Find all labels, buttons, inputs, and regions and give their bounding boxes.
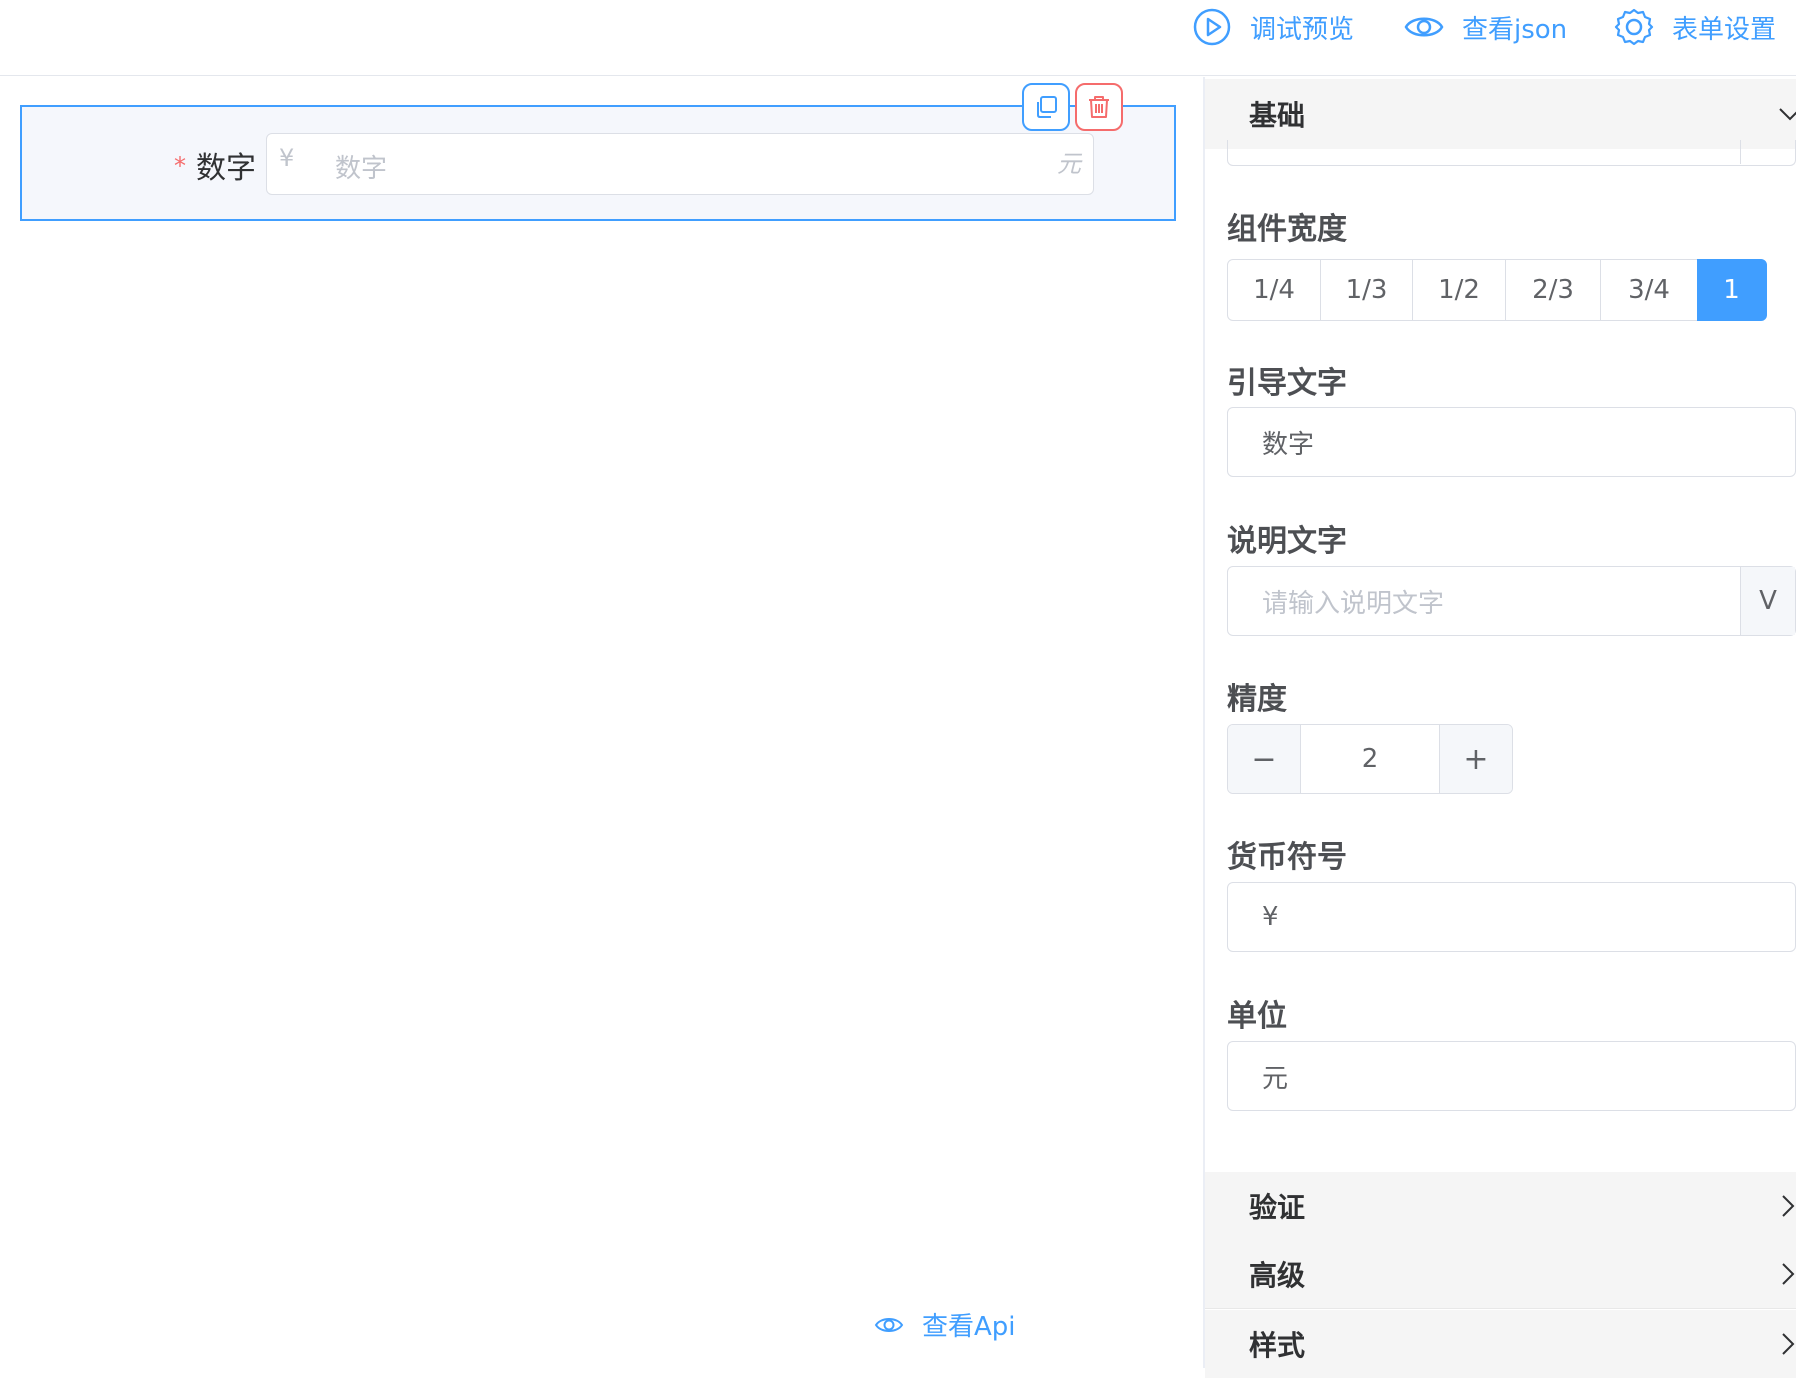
precision-decrease-button[interactable]: − (1228, 725, 1301, 793)
guide-text-value: 数字 (1262, 429, 1315, 460)
width-option-1-2[interactable]: 1/2 (1412, 259, 1506, 321)
debug-preview-button[interactable]: 调试预览 (1192, 0, 1354, 54)
number-input[interactable]: ¥ 数字 元 (266, 133, 1094, 195)
width-option-1[interactable]: 1 (1696, 259, 1767, 321)
width-option-2-3[interactable]: 2/3 (1504, 259, 1602, 321)
copy-icon (1037, 96, 1057, 118)
section-advanced-title: 高级 (1249, 1259, 1306, 1292)
trash-icon (1089, 96, 1109, 118)
form-canvas (0, 77, 1203, 1368)
form-settings-label: 表单设置 (1672, 14, 1777, 45)
section-validate-header[interactable]: 验证 (1205, 1172, 1796, 1241)
truncated-input[interactable] (1227, 140, 1796, 166)
currency-value: ¥ (1262, 902, 1279, 932)
field-label-text: 数字 (196, 151, 256, 186)
precision-label: 精度 (1227, 682, 1287, 717)
copy-field-button[interactable] (1022, 83, 1070, 131)
chevron-down-icon (1779, 108, 1796, 121)
width-label: 组件宽度 (1227, 212, 1347, 247)
precision-stepper: − 2 + (1227, 724, 1513, 794)
precision-increase-button[interactable]: + (1439, 725, 1512, 793)
play-circle-icon (1193, 8, 1231, 46)
view-api-button[interactable]: 查看Api (874, 1306, 1016, 1343)
unit-input[interactable]: 元 (1227, 1041, 1796, 1111)
description-placeholder: 请输入说明文字 (1262, 588, 1445, 619)
guide-text-input[interactable]: 数字 (1227, 407, 1796, 477)
chevron-right-icon (1782, 1333, 1795, 1355)
currency-prefix: ¥ (279, 144, 295, 172)
section-advanced-header[interactable]: 高级 (1205, 1240, 1796, 1309)
section-style-title: 样式 (1249, 1329, 1306, 1362)
precision-value[interactable]: 2 (1301, 725, 1439, 793)
width-option-1-3[interactable]: 1/3 (1319, 259, 1414, 321)
width-segmented-control: 1/4 1/3 1/2 2/3 3/4 1 (1227, 259, 1767, 321)
chevron-right-icon (1782, 1195, 1795, 1217)
form-settings-button[interactable]: 表单设置 (1614, 0, 1776, 54)
unit-value: 元 (1262, 1063, 1289, 1094)
top-toolbar: 调试预览 查看json 表单设置 (0, 0, 1796, 76)
unit-suffix: 元 (1057, 150, 1081, 178)
view-json-button[interactable]: 查看json (1404, 0, 1567, 54)
currency-label: 货币符号 (1227, 840, 1347, 875)
debug-preview-label: 调试预览 (1250, 14, 1355, 45)
section-basic-header[interactable]: 基础 (1205, 79, 1796, 149)
eye-icon (1404, 17, 1444, 37)
description-label: 说明文字 (1227, 524, 1347, 559)
guide-text-label: 引导文字 (1227, 366, 1347, 401)
gear-icon (1614, 8, 1654, 46)
section-basic-title: 基础 (1249, 99, 1306, 132)
chevron-right-icon (1782, 1263, 1795, 1285)
width-option-3-4[interactable]: 3/4 (1600, 259, 1698, 321)
description-input[interactable]: 请输入说明文字 V (1227, 566, 1796, 636)
currency-input[interactable]: ¥ (1227, 882, 1796, 952)
section-style-header[interactable]: 样式 (1205, 1310, 1796, 1378)
number-input-placeholder: 数字 (335, 154, 388, 184)
number-field-card[interactable]: * 数字 ¥ 数字 元 (20, 105, 1176, 221)
field-label: * 数字 (174, 143, 256, 187)
required-mark: * (174, 152, 186, 180)
unit-label: 单位 (1227, 999, 1287, 1034)
description-append-button[interactable]: V (1740, 567, 1795, 635)
section-validate-title: 验证 (1249, 1191, 1306, 1224)
width-option-1-4[interactable]: 1/4 (1227, 259, 1321, 321)
view-json-label: 查看json (1462, 14, 1568, 45)
delete-field-button[interactable] (1075, 83, 1123, 131)
view-api-label: 查看Api (922, 1312, 1016, 1342)
eye-icon (874, 1317, 904, 1332)
